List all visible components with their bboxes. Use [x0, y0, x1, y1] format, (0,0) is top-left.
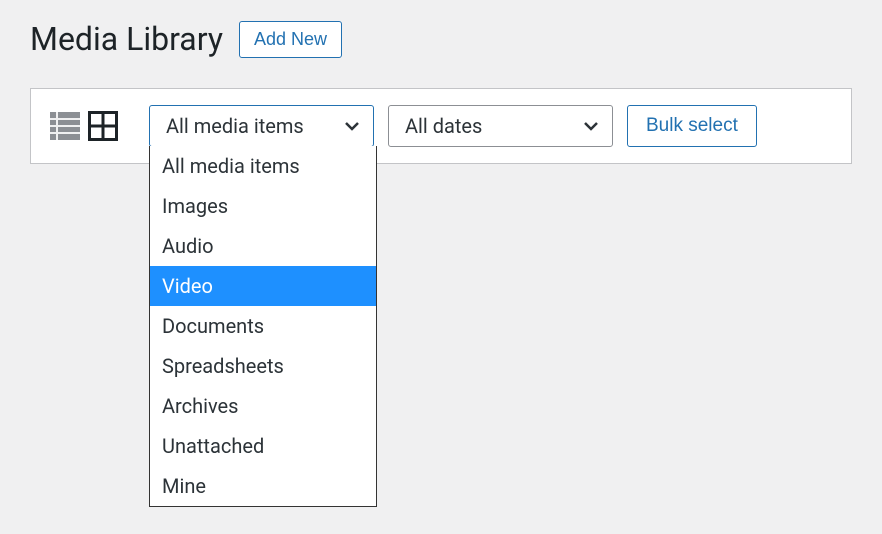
- media-type-filter: All media items All media itemsImagesAud…: [149, 105, 374, 147]
- media-type-option[interactable]: Documents: [150, 306, 376, 346]
- media-type-option[interactable]: Mine: [150, 466, 376, 506]
- page-title: Media Library: [30, 20, 223, 58]
- media-type-option[interactable]: Video: [150, 266, 376, 306]
- chevron-down-icon: [343, 117, 361, 135]
- date-select[interactable]: All dates: [388, 105, 613, 147]
- media-type-option[interactable]: Images: [150, 186, 376, 226]
- chevron-down-icon: [582, 117, 600, 135]
- media-type-option[interactable]: Audio: [150, 226, 376, 266]
- media-type-option[interactable]: Archives: [150, 386, 376, 426]
- grid-view-icon[interactable]: [87, 110, 119, 142]
- view-switcher: [49, 110, 119, 142]
- media-type-select[interactable]: All media items: [149, 105, 374, 147]
- date-selected-label: All dates: [405, 114, 482, 138]
- list-view-icon[interactable]: [49, 110, 81, 142]
- media-type-selected-label: All media items: [166, 114, 304, 138]
- media-type-dropdown: All media itemsImagesAudioVideoDocuments…: [149, 146, 377, 507]
- media-type-option[interactable]: Unattached: [150, 426, 376, 466]
- add-new-button[interactable]: Add New: [239, 21, 342, 58]
- date-filter: All dates: [388, 105, 613, 147]
- media-toolbar: All media items All media itemsImagesAud…: [30, 88, 852, 164]
- bulk-select-button[interactable]: Bulk select: [627, 105, 757, 147]
- media-type-option[interactable]: All media items: [150, 146, 376, 186]
- media-type-option[interactable]: Spreadsheets: [150, 346, 376, 386]
